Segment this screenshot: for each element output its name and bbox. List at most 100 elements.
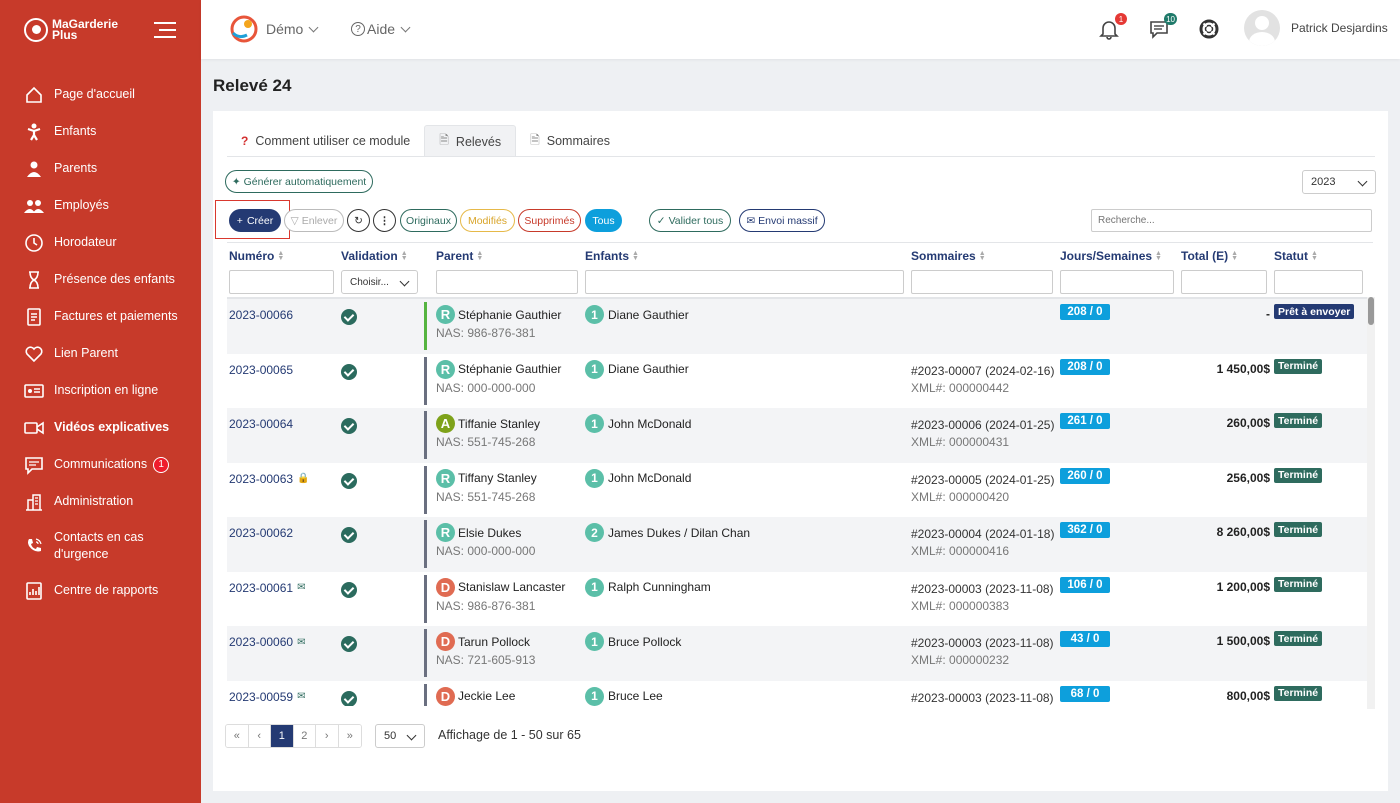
filter-jours-input[interactable]: [1060, 270, 1174, 294]
refresh-button[interactable]: ↻: [347, 209, 370, 232]
parent-name[interactable]: Stéphanie Gauthier: [458, 308, 561, 322]
releve-number[interactable]: 2023-00062: [229, 526, 293, 540]
col-validation[interactable]: Validation ▲ ▼: [341, 249, 408, 263]
validate-all-button[interactable]: ✓ Valider tous: [649, 209, 731, 232]
validated-check-icon[interactable]: [341, 418, 357, 434]
filter-supprimes[interactable]: Supprimés: [518, 209, 581, 232]
parent-name[interactable]: Stanislaw Lancaster: [458, 580, 565, 594]
filter-numero-input[interactable]: [229, 270, 334, 294]
validated-check-icon[interactable]: [341, 472, 357, 489]
summary-ref[interactable]: #2023-00004 (2024-01-18): [911, 526, 1054, 543]
sidebar-item-5[interactable]: Horodateur: [0, 224, 201, 261]
releve-number[interactable]: 2023-00061 ✉: [229, 581, 305, 595]
table-row[interactable]: 2023-00063 🔒 R Tiffany Stanley NAS: 551-745-…: [227, 463, 1373, 518]
table-row[interactable]: 2023-00060 ✉ D Tarun Pollock NAS: 721-605-91…: [227, 626, 1373, 681]
validated-check-icon[interactable]: [341, 363, 357, 380]
filter-statut-input[interactable]: [1274, 270, 1363, 294]
tab-sommaires[interactable]: 🗎 Sommaires: [516, 125, 624, 157]
brand-logo[interactable]: MaGarderie Plus: [24, 14, 118, 46]
releve-number[interactable]: 2023-00059 ✉: [229, 690, 305, 704]
mass-send-button[interactable]: ✉ Envoi massif: [739, 209, 825, 232]
parent-name[interactable]: Tiffanie Stanley: [458, 417, 540, 431]
releve-number[interactable]: 2023-00066: [229, 308, 293, 322]
sidebar-item-13[interactable]: Contacts en cas d'urgence: [0, 520, 201, 572]
filter-originaux[interactable]: Originaux: [400, 209, 457, 232]
last-page-button[interactable]: »: [338, 725, 361, 747]
col-jours[interactable]: Jours/Semaines ▲ ▼: [1060, 249, 1162, 263]
more-options-button[interactable]: ⋮: [373, 209, 396, 232]
next-page-button[interactable]: ›: [316, 725, 339, 747]
table-row[interactable]: 2023-00059 ✉ D Jeckie Lee 1 Bruce Lee #2023-00…: [227, 681, 1373, 707]
tab-releves[interactable]: 🗎 Relevés: [424, 125, 517, 157]
support-button[interactable]: [1198, 18, 1220, 40]
messages-button[interactable]: 10: [1148, 13, 1177, 40]
col-numero[interactable]: Numéro ▲ ▼: [229, 249, 284, 263]
sidebar-item-12[interactable]: Administration: [0, 483, 201, 520]
validated-check-icon[interactable]: [341, 581, 357, 598]
generate-auto-button[interactable]: ✦ Générer automatiquement: [225, 170, 373, 193]
releve-number[interactable]: 2023-00063 🔒: [229, 472, 310, 486]
sidebar-item-6[interactable]: Présence des enfants: [0, 261, 201, 298]
filter-modifies[interactable]: Modifiés: [460, 209, 515, 232]
validated-check-icon[interactable]: [341, 527, 357, 543]
summary-ref[interactable]: #2023-00005 (2024-01-25): [911, 472, 1054, 489]
summary-ref[interactable]: #2023-00006 (2024-01-25): [911, 417, 1054, 434]
year-select[interactable]: 2023: [1302, 170, 1376, 194]
parent-name[interactable]: Tiffany Stanley: [458, 471, 537, 485]
remove-button[interactable]: ▽ Enlever: [284, 209, 344, 232]
menu-toggle-icon[interactable]: [154, 22, 176, 38]
summary-ref[interactable]: #2023-00007 (2024-02-16): [911, 363, 1054, 380]
col-sommaires[interactable]: Sommaires ▲ ▼: [911, 249, 986, 263]
filter-tous[interactable]: Tous: [585, 209, 622, 232]
help-dropdown[interactable]: ? Aide: [351, 21, 411, 37]
sidebar-item-3[interactable]: Parents: [0, 150, 201, 187]
validated-check-icon[interactable]: [341, 309, 357, 325]
scroll-thumb[interactable]: [1368, 297, 1374, 325]
table-row[interactable]: 2023-00062 R Elsie Dukes NAS: 000-000-000 2 J…: [227, 517, 1373, 572]
parent-name[interactable]: Jeckie Lee: [458, 689, 515, 703]
summary-ref[interactable]: #2023-00003 (2023-11-08): [911, 690, 1054, 707]
filter-sommaires-input[interactable]: [911, 270, 1053, 294]
app-logo-icon[interactable]: [227, 13, 261, 45]
filter-total-input[interactable]: [1181, 270, 1267, 294]
scrollbar[interactable]: [1367, 297, 1375, 709]
col-parent[interactable]: Parent ▲ ▼: [436, 249, 483, 263]
search-input[interactable]: [1091, 209, 1372, 232]
releve-number[interactable]: 2023-00064: [229, 417, 293, 431]
filter-validation-select[interactable]: Choisir...: [341, 270, 418, 294]
col-total[interactable]: Total (E) ▲ ▼: [1181, 249, 1238, 263]
sidebar-item-7[interactable]: Factures et paiements: [0, 298, 201, 335]
sidebar-item-4[interactable]: Employés: [0, 187, 201, 224]
user-name[interactable]: Patrick Desjardins: [1291, 21, 1388, 35]
filter-enfants-input[interactable]: [585, 270, 904, 294]
releve-number[interactable]: 2023-00065: [229, 363, 293, 377]
first-page-button[interactable]: «: [226, 725, 249, 747]
col-enfants[interactable]: Enfants ▲ ▼: [585, 249, 639, 263]
demo-dropdown[interactable]: Démo: [266, 21, 319, 37]
parent-name[interactable]: Tarun Pollock: [458, 635, 530, 649]
page-1-button[interactable]: 1: [271, 725, 294, 747]
filter-parent-input[interactable]: [436, 270, 578, 294]
sidebar-item-1[interactable]: Page d'accueil: [0, 76, 201, 113]
summary-ref[interactable]: #2023-00003 (2023-11-08): [911, 581, 1054, 598]
parent-name[interactable]: Elsie Dukes: [458, 526, 521, 540]
sidebar-item-8[interactable]: Lien Parent: [0, 335, 201, 372]
col-statut[interactable]: Statut ▲ ▼: [1274, 249, 1318, 263]
releve-number[interactable]: 2023-00060 ✉: [229, 635, 305, 649]
table-row[interactable]: 2023-00066 R Stéphanie Gauthier NAS: 986-87…: [227, 299, 1373, 354]
validated-check-icon[interactable]: [341, 636, 357, 652]
notifications-button[interactable]: 1: [1098, 13, 1127, 40]
summary-ref[interactable]: #2023-00003 (2023-11-08): [911, 635, 1054, 652]
table-row[interactable]: 2023-00064 A Tiffanie Stanley NAS: 551-745-…: [227, 408, 1373, 463]
validated-check-icon[interactable]: [341, 690, 357, 706]
avatar[interactable]: [1244, 10, 1280, 46]
prev-page-button[interactable]: ‹: [248, 725, 271, 747]
sidebar-item-11[interactable]: Communications 1: [0, 446, 201, 483]
tab-how-to[interactable]: ? Comment utiliser ce module: [227, 125, 424, 157]
sidebar-item-9[interactable]: Inscription en ligne: [0, 372, 201, 409]
table-row[interactable]: 2023-00061 ✉ D Stanislaw Lancaster NAS: 986-…: [227, 572, 1373, 627]
parent-name[interactable]: Stéphanie Gauthier: [458, 362, 561, 376]
sidebar-item-2[interactable]: Enfants: [0, 113, 201, 150]
page-2-button[interactable]: 2: [293, 725, 316, 747]
page-size-select[interactable]: 50: [375, 724, 425, 748]
